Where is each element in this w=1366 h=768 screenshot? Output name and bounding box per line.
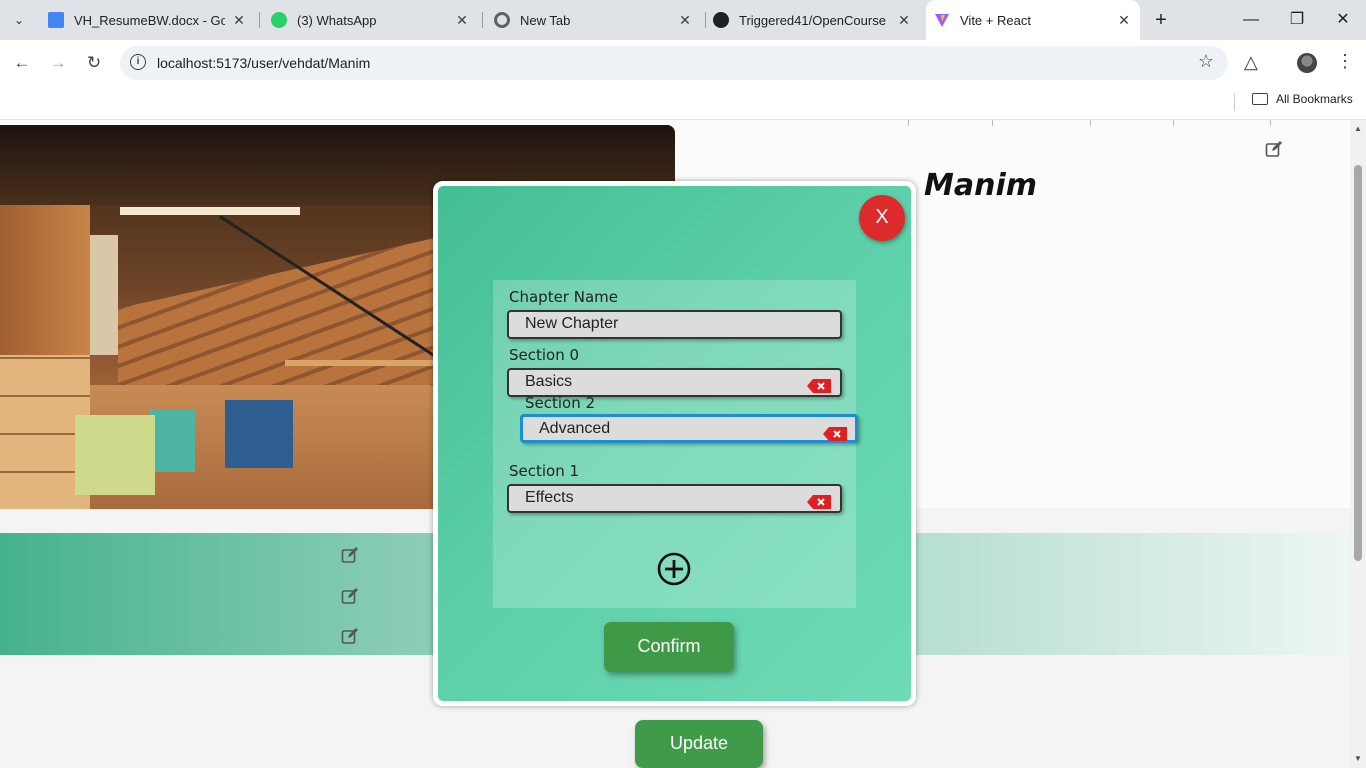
- edit-icon[interactable]: [341, 627, 359, 645]
- profile-avatar[interactable]: [1297, 53, 1317, 73]
- close-icon[interactable]: ✕: [896, 12, 912, 29]
- chapter-name-label: Chapter Name: [509, 288, 618, 306]
- restore-icon[interactable]: ❐: [1274, 0, 1320, 40]
- scroll-up-arrow-icon[interactable]: ▲: [1354, 124, 1362, 133]
- bookmarks-bar: All Bookmarks: [0, 86, 1366, 120]
- reload-icon[interactable]: ↻: [82, 51, 106, 75]
- all-bookmarks-button[interactable]: All Bookmarks: [1252, 92, 1353, 106]
- new-tab-plus-icon[interactable]: +: [1146, 0, 1176, 40]
- tab-strip: ⌄ VH_ResumeBW.docx - Goog ✕ (3) WhatsApp…: [0, 0, 1366, 40]
- add-section-plus-icon[interactable]: [657, 552, 691, 586]
- delete-section-icon[interactable]: [807, 495, 831, 509]
- tab-title: VH_ResumeBW.docx - Goog: [74, 12, 225, 28]
- chapter-form: Chapter Name New Chapter Section 0 Basic…: [493, 280, 858, 608]
- chrome-menu-icon[interactable]: ⋮: [1336, 51, 1354, 72]
- tab-title: New Tab: [520, 12, 571, 28]
- tab-whatsapp[interactable]: (3) WhatsApp ✕: [263, 0, 478, 40]
- folder-icon: [1252, 93, 1268, 105]
- edit-icon[interactable]: [341, 587, 359, 605]
- edit-icon[interactable]: [341, 546, 359, 564]
- url-text[interactable]: localhost:5173/user/vehdat/Manim: [157, 55, 370, 71]
- tab-github[interactable]: Triggered41/OpenCourse at ✕: [705, 0, 920, 40]
- bookmark-star-icon[interactable]: ☆: [1198, 51, 1214, 72]
- github-icon: [713, 12, 729, 28]
- tab-resume[interactable]: VH_ResumeBW.docx - Goog ✕: [40, 0, 255, 40]
- delete-section-icon[interactable]: [823, 427, 847, 441]
- top-dividers: [908, 120, 1278, 126]
- google-docs-icon: [48, 12, 64, 28]
- close-icon[interactable]: ✕: [454, 12, 470, 29]
- update-button[interactable]: Update: [635, 720, 763, 768]
- section-label: Section 0: [509, 346, 580, 364]
- tab-vite-react[interactable]: Vite + React ✕: [926, 0, 1140, 40]
- add-chapter-modal: X Chapter Name New Chapter Section 0 Bas…: [433, 181, 916, 706]
- whatsapp-icon: [271, 12, 287, 28]
- tab-divider: [259, 12, 260, 28]
- confirm-button[interactable]: Confirm: [604, 622, 734, 672]
- section-input[interactable]: Basics: [507, 368, 842, 397]
- address-bar[interactable]: i localhost:5173/user/vehdat/Manim ☆: [120, 46, 1228, 80]
- page-scrollbar[interactable]: ▲ ▼: [1350, 120, 1366, 768]
- chapter-name-input[interactable]: New Chapter: [507, 310, 842, 339]
- delete-section-icon[interactable]: [807, 379, 831, 393]
- tab-title: Vite + React: [960, 12, 1031, 28]
- vite-icon: [934, 12, 950, 28]
- section-input[interactable]: Effects: [507, 484, 842, 513]
- bookmarks-divider: [1234, 93, 1235, 111]
- edit-icon[interactable]: [1265, 140, 1283, 158]
- all-bookmarks-label: All Bookmarks: [1276, 92, 1353, 106]
- window-close-icon[interactable]: ✕: [1320, 0, 1366, 40]
- close-icon[interactable]: ✕: [231, 12, 247, 29]
- close-icon[interactable]: ✕: [677, 12, 693, 29]
- tab-divider: [482, 12, 483, 28]
- minimize-icon[interactable]: —: [1228, 0, 1274, 40]
- site-info-icon[interactable]: i: [130, 54, 146, 70]
- back-arrow-icon[interactable]: ←: [10, 51, 34, 75]
- extensions-puzzle-icon[interactable]: △: [1244, 52, 1258, 73]
- forward-arrow-icon[interactable]: →: [46, 51, 70, 75]
- tab-new-tab[interactable]: New Tab ✕: [486, 0, 701, 40]
- course-title: Manim: [924, 168, 1037, 203]
- close-icon[interactable]: ✕: [1116, 12, 1132, 29]
- scrollbar-thumb[interactable]: [1354, 165, 1362, 561]
- chrome-icon: [494, 12, 510, 28]
- tab-title: (3) WhatsApp: [297, 12, 377, 28]
- tab-search-chevron-icon[interactable]: ⌄: [6, 8, 32, 32]
- section-label: Section 1: [509, 462, 580, 480]
- modal-close-button[interactable]: X: [859, 195, 905, 241]
- tab-title: Triggered41/OpenCourse at: [739, 12, 890, 28]
- section-label: Section 2: [525, 394, 596, 412]
- scroll-down-arrow-icon[interactable]: ▼: [1354, 754, 1362, 763]
- section-input[interactable]: Advanced: [520, 414, 858, 443]
